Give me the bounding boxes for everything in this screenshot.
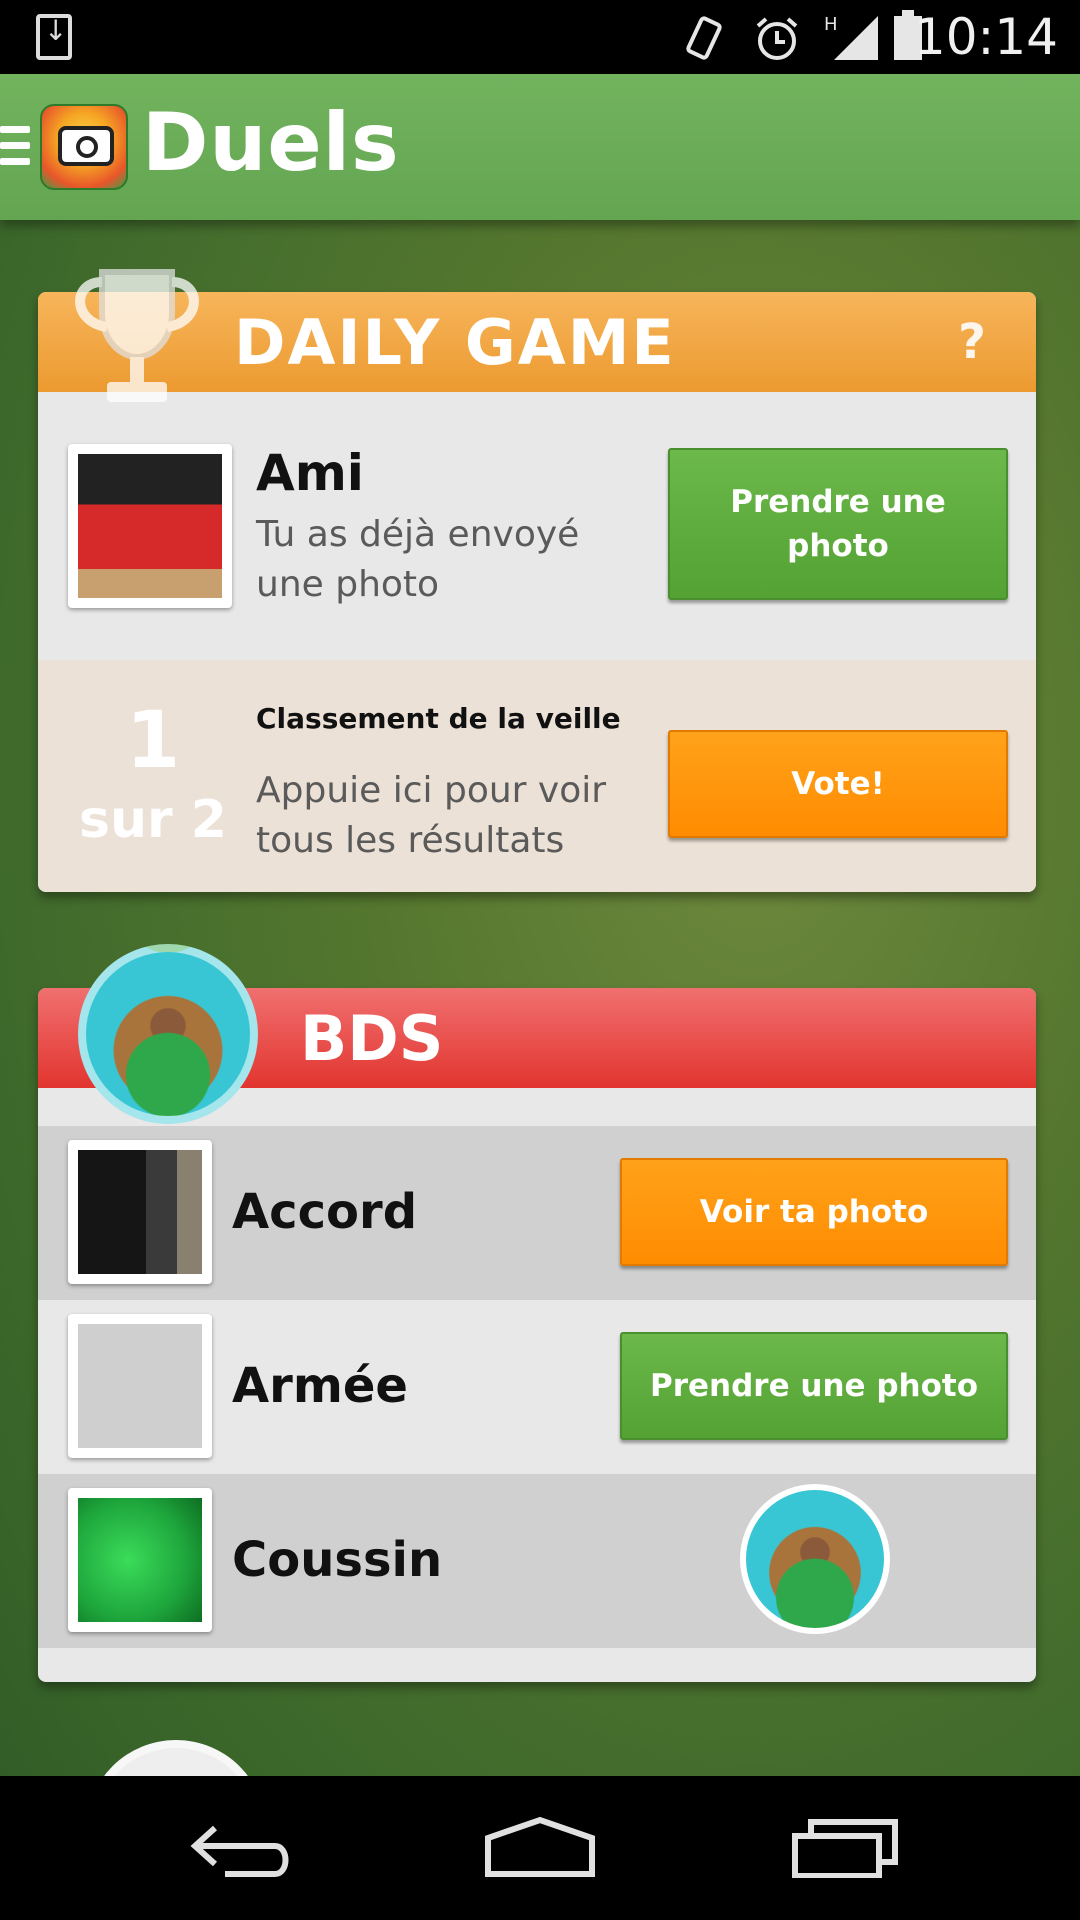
recent-apps-button[interactable] xyxy=(774,1806,914,1890)
daily-game-card: DAILY GAME ? Ami Tu as déjà envoyé une p… xyxy=(38,269,1036,892)
daily-entry-subtitle: Tu as déjà envoyé une photo xyxy=(256,514,580,605)
user-avatar[interactable] xyxy=(740,1484,890,1634)
ranking-section[interactable]: 1 sur 2 Classement de la veille Appuie i… xyxy=(38,660,1036,892)
back-button[interactable] xyxy=(170,1806,310,1890)
trophy-icon xyxy=(75,269,199,402)
rank-out-of: sur 2 xyxy=(79,790,227,850)
group-title: BDS xyxy=(300,1002,444,1075)
status-bar: H 10:14 xyxy=(0,0,1080,74)
item-name: Coussin xyxy=(232,1532,443,1588)
recent-apps-icon xyxy=(792,1819,898,1878)
daily-game-title: DAILY GAME xyxy=(234,306,676,379)
svg-text:H: H xyxy=(824,14,838,35)
app-logo[interactable] xyxy=(40,104,128,190)
app-title: Duels xyxy=(142,96,400,189)
group-card: BDS Accord Voir ta photo Armée Prendre u… xyxy=(38,944,1036,1682)
photo-thumbnail-empty[interactable] xyxy=(68,1314,212,1458)
group-avatar[interactable] xyxy=(78,944,258,1124)
list-item[interactable]: Accord Voir ta photo xyxy=(38,1126,1036,1300)
item-name: Accord xyxy=(232,1184,418,1240)
item-name: Armée xyxy=(232,1358,408,1414)
ranking-subtitle: Appuie ici pour voir tous les résultats xyxy=(256,770,607,861)
rank-number: 1 xyxy=(125,696,181,786)
app-bar: Duels xyxy=(0,74,1080,220)
vibrate-icon xyxy=(686,16,722,60)
home-icon xyxy=(485,1816,595,1877)
clock: 10:14 xyxy=(913,8,1058,66)
camera-icon xyxy=(58,126,114,166)
photo-thumbnail[interactable] xyxy=(68,1140,212,1284)
daily-entry-title: Ami xyxy=(256,444,364,502)
daily-photo-thumbnail[interactable] xyxy=(68,444,232,608)
daily-game-header: DAILY GAME ? xyxy=(38,269,1036,402)
download-icon xyxy=(36,14,72,60)
navigation-bar xyxy=(0,1776,1080,1920)
ranking-title: Classement de la veille xyxy=(256,702,621,735)
alarm-icon xyxy=(756,17,798,60)
list-item[interactable]: Coussin xyxy=(38,1474,1036,1648)
photo-thumbnail[interactable] xyxy=(68,1488,212,1632)
back-icon xyxy=(190,1825,289,1877)
take-photo-button[interactable]: Prendre une photo xyxy=(668,448,1008,600)
take-photo-button[interactable]: Prendre une photo xyxy=(620,1332,1008,1440)
list-item[interactable]: Armée Prendre une photo xyxy=(38,1300,1036,1474)
help-icon[interactable]: ? xyxy=(952,316,992,368)
home-button[interactable] xyxy=(470,1806,610,1890)
vote-button[interactable]: Vote! xyxy=(668,730,1008,838)
view-photo-button[interactable]: Voir ta photo xyxy=(620,1158,1008,1266)
menu-icon[interactable] xyxy=(0,126,30,166)
signal-icon: H xyxy=(824,14,878,60)
